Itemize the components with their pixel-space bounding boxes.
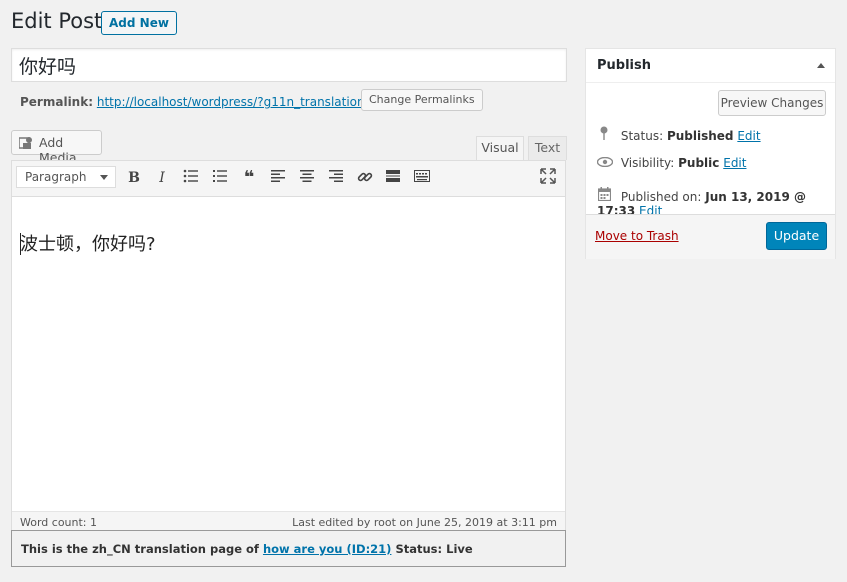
bold-icon[interactable]: B xyxy=(125,169,143,187)
numbered-list-icon[interactable] xyxy=(211,169,229,187)
visibility-value: Public xyxy=(678,156,720,170)
italic-icon[interactable]: I xyxy=(153,169,171,187)
status-value: Published xyxy=(666,129,734,143)
move-to-trash-link[interactable]: Move to Trash xyxy=(595,229,679,243)
permalink: Permalink: http://localhost/wordpress/?g… xyxy=(20,93,411,110)
bullet-list-icon[interactable] xyxy=(182,169,200,187)
link-icon[interactable] xyxy=(356,169,374,187)
visibility-edit-link[interactable]: Edit xyxy=(723,156,746,170)
preview-changes-button[interactable]: Preview Changes xyxy=(718,90,826,116)
status-edit-link[interactable]: Edit xyxy=(737,129,760,143)
chevron-down-icon xyxy=(100,175,108,180)
publish-header[interactable]: Publish xyxy=(586,49,835,83)
add-media-icon xyxy=(19,137,32,149)
fullscreen-icon[interactable] xyxy=(540,168,556,188)
editor-area[interactable] xyxy=(11,160,566,539)
page-title: Edit Post xyxy=(11,9,103,33)
eye-icon xyxy=(596,156,614,170)
format-select[interactable]: Paragraph xyxy=(16,166,116,188)
post-title-value: 你好吗 xyxy=(19,56,77,78)
format-select-value: Paragraph xyxy=(25,170,87,184)
permalink-label: Permalink: xyxy=(20,95,94,109)
read-more-icon[interactable] xyxy=(384,169,402,187)
status-label: Status: xyxy=(620,129,664,143)
add-media-button[interactable]: Add Media xyxy=(11,130,102,165)
translation-source-link[interactable]: how are you (ID:21) xyxy=(263,542,391,556)
post-title-input[interactable]: 你好吗 xyxy=(11,48,567,82)
align-right-icon[interactable] xyxy=(327,169,345,187)
word-count: Word count: 1 xyxy=(20,516,98,529)
visibility-row: Visibility: Public Edit xyxy=(596,156,746,170)
tab-text[interactable]: Text xyxy=(528,136,567,160)
translation-status: Status: Live xyxy=(395,542,473,556)
add-new-button[interactable]: Add New xyxy=(101,11,177,35)
translation-prefix: This is the zh_CN translation page of xyxy=(21,542,259,556)
editor-status-bar: Word count: 1 Last edited by root on Jun… xyxy=(12,511,565,532)
last-edited: Last edited by root on June 25, 2019 at … xyxy=(292,516,557,529)
pin-icon xyxy=(597,126,611,143)
update-button[interactable]: Update xyxy=(766,222,827,250)
blockquote-icon[interactable]: ❝ xyxy=(240,169,258,187)
change-permalinks-button[interactable]: Change Permalinks xyxy=(361,89,483,111)
align-left-icon[interactable] xyxy=(269,169,287,187)
align-center-icon[interactable] xyxy=(298,169,316,187)
collapse-toggle-icon[interactable] xyxy=(817,63,825,68)
publish-title: Publish xyxy=(597,58,651,73)
translation-notice: This is the zh_CN translation page of ho… xyxy=(11,530,566,567)
visibility-label: Visibility: xyxy=(620,156,675,170)
published-label: Published on: xyxy=(620,190,702,204)
status-row: Status: Published Edit xyxy=(597,126,761,143)
toolbar-toggle-icon[interactable] xyxy=(413,169,431,187)
post-content[interactable]: 波士顿，你好吗? xyxy=(20,230,156,256)
calendar-icon xyxy=(597,187,611,204)
tab-visual[interactable]: Visual xyxy=(476,136,524,160)
